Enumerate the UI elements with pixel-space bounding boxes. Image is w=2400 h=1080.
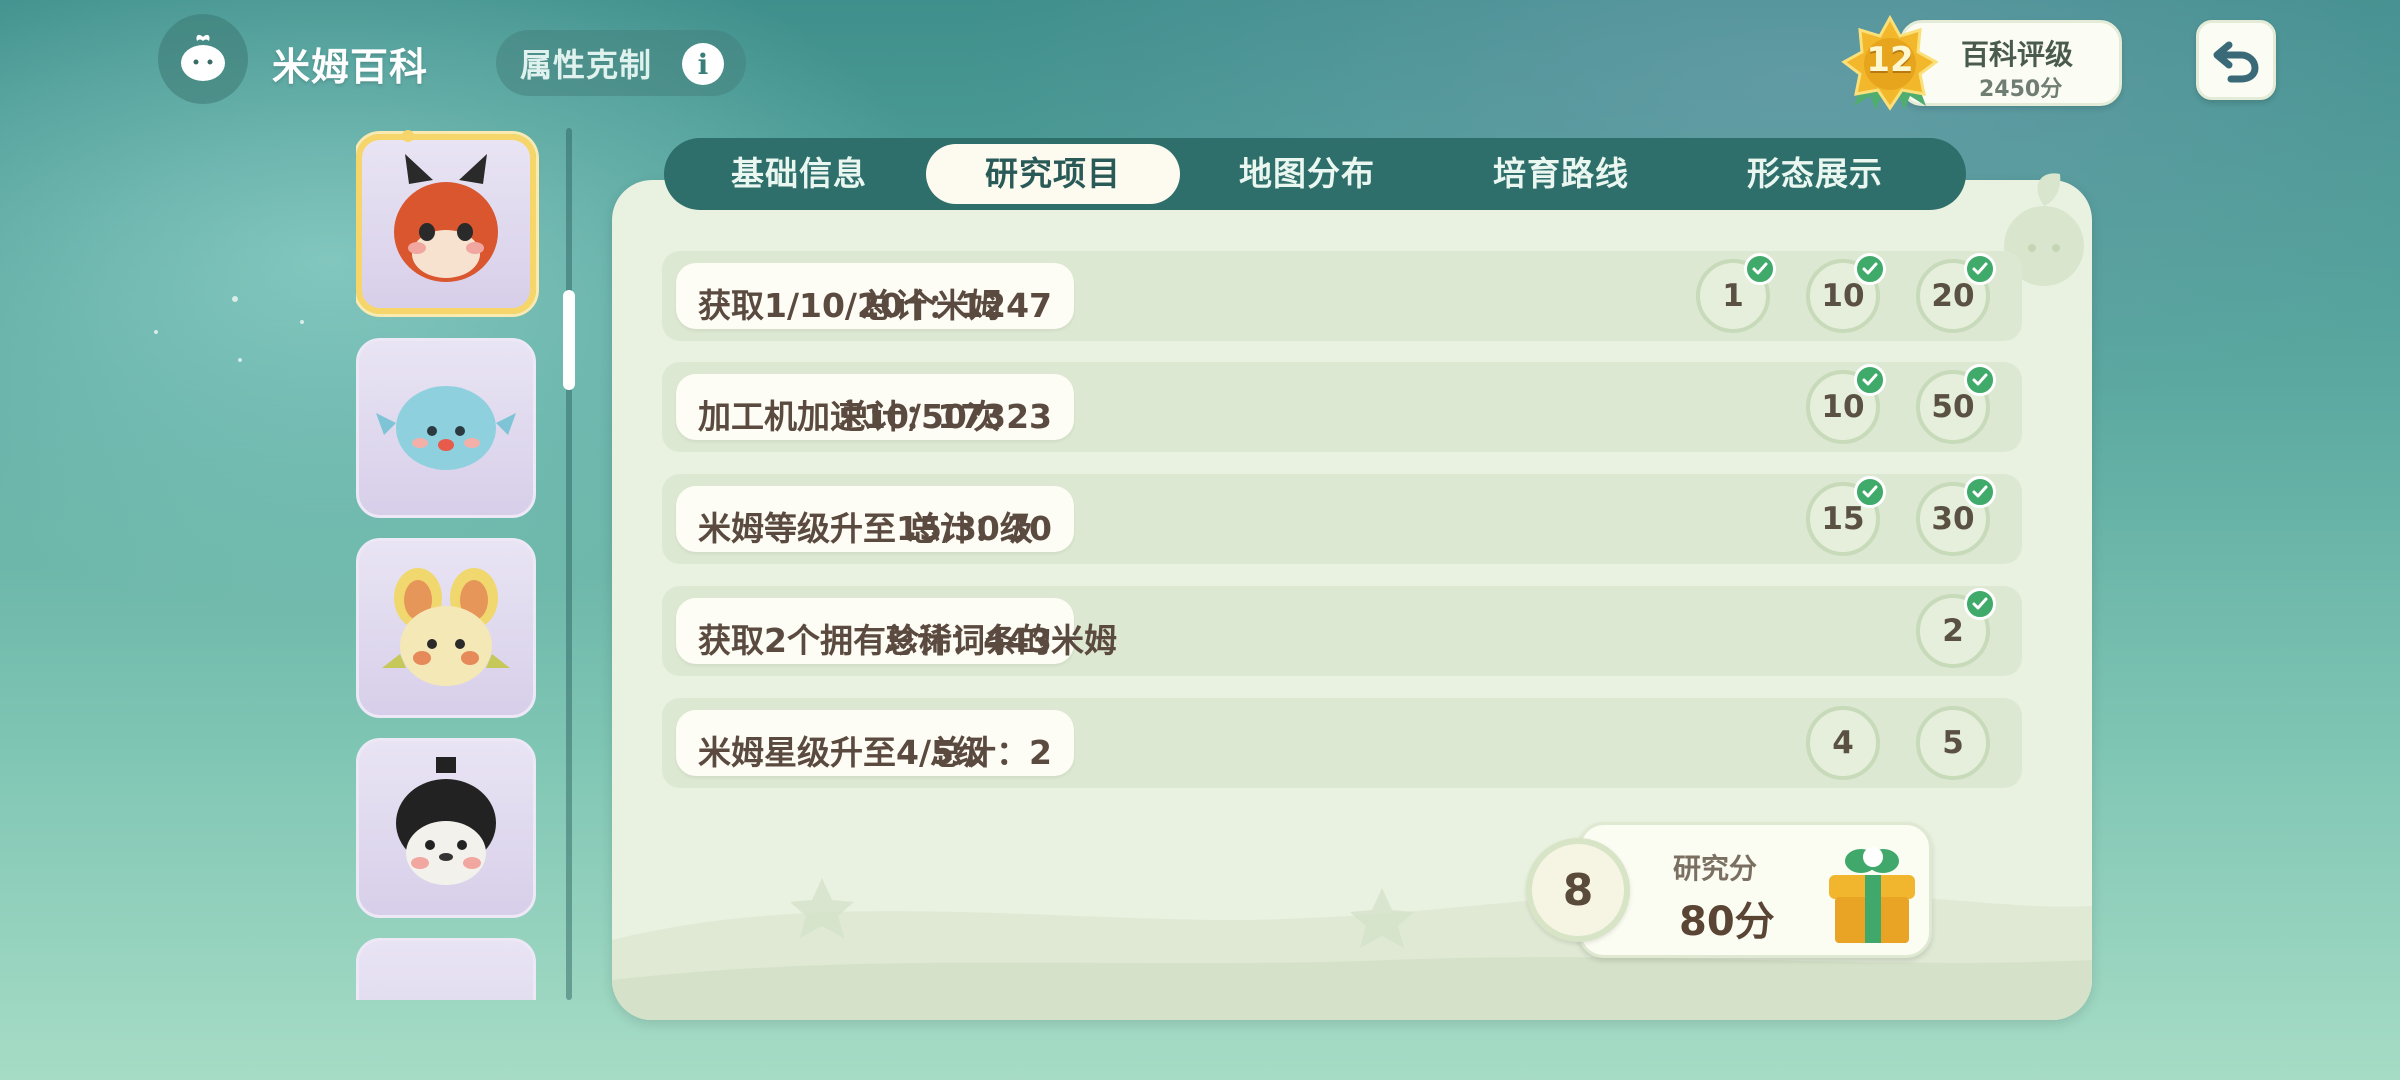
rating-level-badge: 12 bbox=[1840, 14, 1940, 114]
research-count-badge: 8 bbox=[1526, 838, 1630, 942]
research-points-label: 研究分 bbox=[1673, 852, 1758, 885]
task-label-pill: 获取2个拥有珍稀词条的米姆 总计：443 bbox=[676, 598, 1117, 664]
task-label-pill: 获取1/10/20个米姆 总计：1247 bbox=[676, 263, 1074, 329]
task-label-pill: 米姆星级升至4/5级 总计：2 bbox=[676, 710, 1074, 776]
back-arrow-icon bbox=[2213, 41, 2259, 83]
info-icon[interactable]: i bbox=[682, 43, 724, 85]
tab-map-distribution[interactable]: 地图分布 bbox=[1180, 144, 1434, 204]
research-task-row: 获取2个拥有珍稀词条的米姆 总计：443 2 bbox=[662, 586, 2022, 676]
task-total: 总计：1247 bbox=[861, 286, 1052, 325]
task-total: 总计：2 bbox=[930, 733, 1052, 772]
milestone-badge[interactable]: 10 bbox=[1806, 364, 1886, 444]
research-task-row: 获取1/10/20个米姆 总计：1247 1 10 20 bbox=[662, 251, 2022, 341]
milestone-badge[interactable]: 2 bbox=[1916, 588, 1996, 668]
milestone-value: 5 bbox=[1942, 725, 1964, 761]
tab-research[interactable]: 研究项目 bbox=[926, 144, 1180, 204]
background-sparkle bbox=[300, 320, 304, 324]
check-icon bbox=[1964, 364, 1996, 396]
research-count: 8 bbox=[1562, 864, 1594, 916]
rating-title: 百科评级 bbox=[1961, 38, 2074, 71]
check-icon bbox=[1744, 253, 1776, 285]
check-icon bbox=[1964, 253, 1996, 285]
research-points-card[interactable]: 研究分 80分 bbox=[1578, 822, 1932, 958]
type-matchup-label: 属性克制 bbox=[520, 46, 653, 84]
tab-form-display[interactable]: 形态展示 bbox=[1688, 144, 1942, 204]
yellow-mouse-creature-icon bbox=[382, 568, 510, 686]
milestone-value: 2 bbox=[1942, 613, 1964, 649]
task-label-pill: 米姆等级升至15/30级 总计：30 bbox=[676, 486, 1074, 552]
milestone-value: 20 bbox=[1931, 278, 1975, 314]
check-icon bbox=[1854, 364, 1886, 396]
research-task-row: 米姆星级升至4/5级 总计：2 4 5 bbox=[662, 698, 2022, 788]
black-white-panda-creature-icon bbox=[396, 757, 496, 885]
rating-score: 2450分 bbox=[1979, 77, 2063, 102]
milestone-badge[interactable]: 20 bbox=[1916, 253, 1996, 333]
back-button[interactable] bbox=[2196, 20, 2276, 100]
orange-fox-creature-icon bbox=[394, 154, 498, 282]
creature-card[interactable] bbox=[356, 134, 536, 314]
milestone-badge[interactable]: 4 bbox=[1806, 706, 1880, 780]
type-matchup-button[interactable]: 属性克制 i bbox=[496, 30, 746, 96]
check-icon bbox=[1854, 253, 1886, 285]
milestone-value: 30 bbox=[1931, 501, 1975, 537]
rating-level: 12 bbox=[1866, 40, 1914, 80]
milestone-badge[interactable]: 30 bbox=[1916, 476, 1996, 556]
blue-pufferfish-creature-icon bbox=[376, 386, 516, 470]
milestone-value: 10 bbox=[1821, 389, 1865, 425]
milestone-badge[interactable]: 50 bbox=[1916, 364, 1996, 444]
task-total: 总计：443 bbox=[884, 621, 1052, 660]
milestone-value: 4 bbox=[1832, 725, 1854, 761]
list-scroll-thumb[interactable] bbox=[563, 290, 575, 390]
check-icon bbox=[1964, 588, 1996, 620]
milestone-badge[interactable]: 15 bbox=[1806, 476, 1886, 556]
research-task-row: 加工机加速10/50次 总计：17323 10 50 bbox=[662, 362, 2022, 452]
creature-card[interactable] bbox=[356, 338, 536, 518]
milestone-badge[interactable]: 5 bbox=[1916, 706, 1990, 780]
page-title: 米姆百科 bbox=[272, 45, 429, 89]
milestone-value: 50 bbox=[1931, 389, 1975, 425]
creature-card[interactable] bbox=[356, 538, 536, 718]
task-label-pill: 加工机加速10/50次 总计：17323 bbox=[676, 374, 1074, 440]
creature-list[interactable] bbox=[356, 130, 540, 1000]
background-sparkle bbox=[238, 358, 242, 362]
tab-bar: 基础信息 研究项目 地图分布 培育路线 形态展示 bbox=[664, 138, 1966, 210]
research-points-value: 80分 bbox=[1679, 899, 1775, 945]
task-total: 总计：30 bbox=[907, 509, 1052, 548]
tab-breeding-route[interactable]: 培育路线 bbox=[1434, 144, 1688, 204]
research-task-row: 米姆等级升至15/30级 总计：30 15 30 bbox=[662, 474, 2022, 564]
list-scrollbar[interactable] bbox=[566, 128, 572, 1000]
milestone-badge[interactable]: 1 bbox=[1696, 253, 1776, 333]
selection-dot bbox=[402, 130, 414, 142]
creature-card[interactable] bbox=[356, 938, 536, 1000]
check-icon bbox=[1964, 476, 1996, 508]
tab-basic-info[interactable]: 基础信息 bbox=[672, 144, 926, 204]
task-total: 总计：17323 bbox=[838, 397, 1052, 436]
creature-card[interactable] bbox=[356, 738, 536, 918]
app-logo-icon bbox=[158, 14, 248, 104]
milestone-badge[interactable]: 10 bbox=[1806, 253, 1886, 333]
milestone-value: 1 bbox=[1722, 278, 1744, 314]
background-sparkle bbox=[154, 330, 158, 334]
milestone-value: 10 bbox=[1821, 278, 1865, 314]
milestone-value: 15 bbox=[1821, 501, 1865, 537]
antlered-creature-icon bbox=[386, 988, 506, 1000]
background-sparkle bbox=[232, 296, 238, 302]
gift-box-icon[interactable] bbox=[1821, 839, 1921, 949]
check-icon bbox=[1854, 476, 1886, 508]
